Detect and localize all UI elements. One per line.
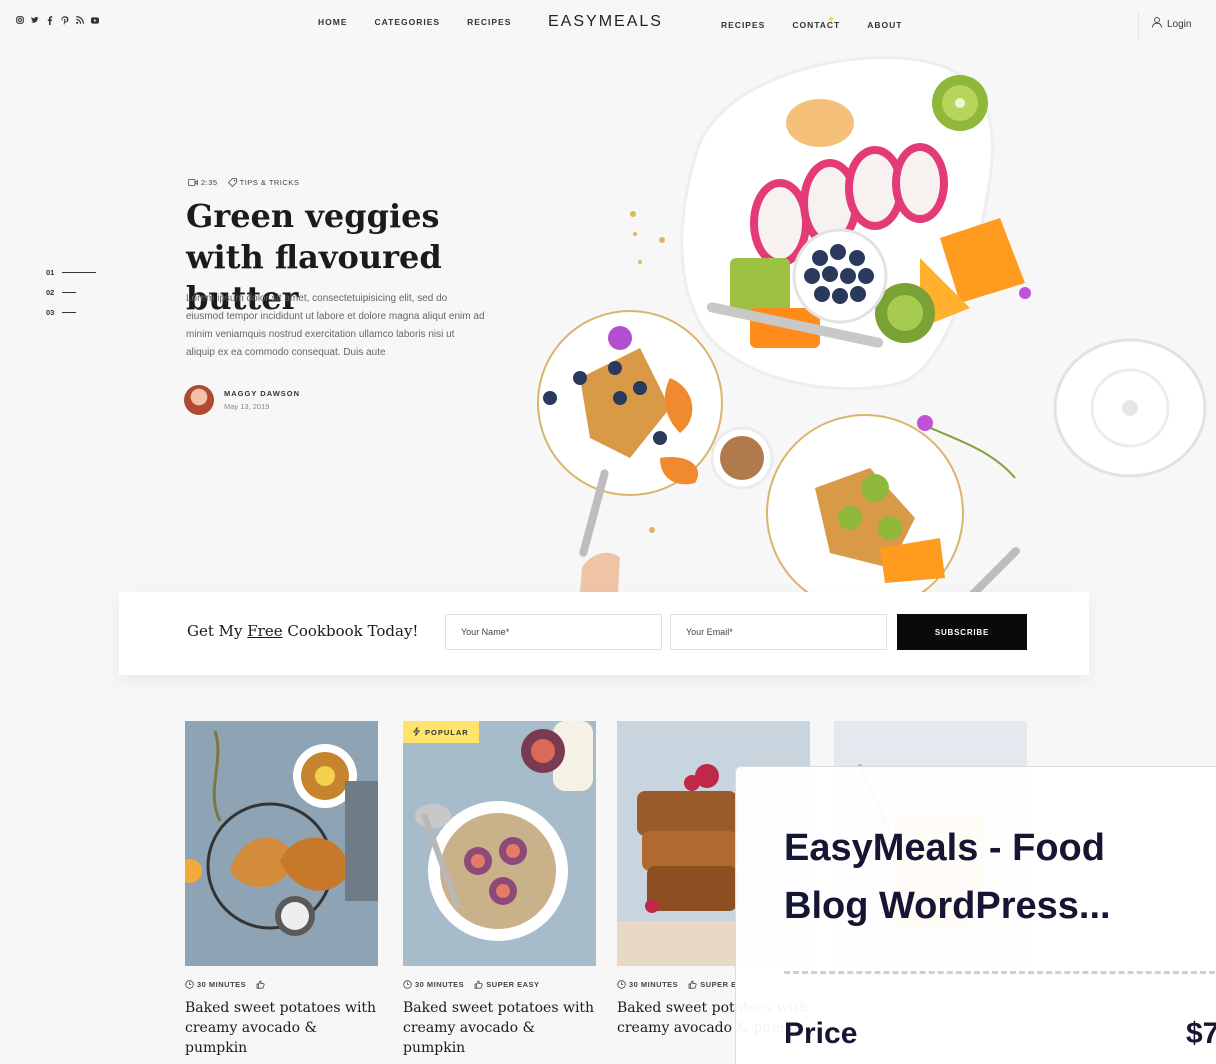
recipe-time: 30 MINUTES xyxy=(403,980,464,989)
hero-meta: 2:35 TIPS & TRICKS xyxy=(188,178,299,187)
badge-label: POPULAR xyxy=(425,728,469,737)
user-icon xyxy=(1152,17,1162,31)
hero-author[interactable]: MAGGY DAWSON May 13, 2019 xyxy=(184,385,300,415)
product-price-popup[interactable]: EasyMeals - Food Blog WordPress... Price… xyxy=(735,766,1216,1064)
thumbs-up-icon xyxy=(256,980,265,989)
category-label: TIPS & TRICKS xyxy=(239,178,300,187)
subscribe-free-word: Free xyxy=(247,622,283,640)
product-title: EasyMeals - Food Blog WordPress... xyxy=(784,827,1111,927)
nav-recipes-right[interactable]: RECIPES xyxy=(721,20,765,30)
recipe-difficulty-label: SUPER EASY xyxy=(486,980,540,989)
video-duration: 2:35 xyxy=(188,178,218,187)
main-nav-left: HOME CATEGORIES RECIPES xyxy=(318,17,511,27)
nav-home[interactable]: HOME xyxy=(318,17,348,27)
main-nav-right: RECIPES CONTACT ABOUT xyxy=(721,20,902,30)
video-icon xyxy=(188,179,198,186)
subscribe-heading-start: Get My xyxy=(187,622,248,640)
recipe-time-label: 30 MINUTES xyxy=(415,980,465,989)
recipe-meta: 30 MINUTES SUPER EASY xyxy=(403,980,596,989)
hero-food-image xyxy=(520,48,1216,592)
subscribe-heading-end: Cookbook Today! xyxy=(282,622,419,640)
lightning-icon xyxy=(412,727,421,736)
recipe-time: 30 MINUTES xyxy=(617,980,678,989)
twitter-icon[interactable] xyxy=(31,16,39,24)
login-label: Login xyxy=(1167,18,1192,30)
recipe-difficulty xyxy=(256,980,268,989)
thumbs-up-icon xyxy=(474,980,483,989)
email-field[interactable]: Your Email* xyxy=(670,614,887,650)
nav-about[interactable]: ABOUT xyxy=(867,20,902,30)
slide-3[interactable]: 03 xyxy=(46,302,96,322)
login-link[interactable]: Login xyxy=(1152,17,1191,31)
recipe-title[interactable]: Baked sweet potatoes with creamy avocado… xyxy=(185,998,378,1058)
slide-number: 03 xyxy=(46,307,55,317)
subscribe-heading: Get My Free Cookbook Today! xyxy=(187,622,418,640)
subscribe-box: Get My Free Cookbook Today! Your Name* Y… xyxy=(119,592,1089,675)
dashed-divider xyxy=(784,971,1216,974)
thumbs-up-icon xyxy=(688,980,697,989)
nav-recipes[interactable]: RECIPES xyxy=(467,17,511,27)
author-avatar xyxy=(184,385,214,415)
price-value: $7 xyxy=(1186,1017,1216,1050)
contact-notification-dot xyxy=(829,17,833,21)
slide-1[interactable]: 01 xyxy=(46,262,97,282)
slide-2[interactable]: 02 xyxy=(46,282,96,302)
clock-icon xyxy=(185,980,194,989)
social-links xyxy=(16,15,99,25)
slide-number: 01 xyxy=(46,267,55,277)
youtube-icon[interactable] xyxy=(91,16,99,24)
subscribe-button[interactable]: SUBSCRIBE xyxy=(897,614,1027,650)
price-label: Price xyxy=(784,1017,858,1050)
recipe-difficulty-label: SUPER E xyxy=(700,980,737,989)
slide-indicator: 01 02 03 xyxy=(46,262,97,322)
recipe-image-granola[interactable]: POPULAR xyxy=(403,721,596,966)
recipe-difficulty: SUPER EASY xyxy=(474,980,539,989)
recipe-image-croissants[interactable] xyxy=(185,721,378,966)
recipe-card[interactable]: 30 MINUTES Baked sweet potatoes with cre… xyxy=(185,721,378,1058)
pinterest-icon[interactable] xyxy=(61,15,69,24)
recipe-time-label: 30 MINUTES xyxy=(629,980,679,989)
recipe-meta: 30 MINUTES xyxy=(185,980,378,989)
clock-icon xyxy=(617,980,626,989)
recipe-difficulty: SUPER E xyxy=(688,980,736,989)
category-tag[interactable]: TIPS & TRICKS xyxy=(227,178,300,187)
rss-icon[interactable] xyxy=(76,16,84,24)
recipe-card[interactable]: POPULAR 30 MINUTES SUPER EASY Baked swee… xyxy=(403,721,596,1058)
recipe-time-label: 30 MINUTES xyxy=(197,980,247,989)
tag-icon xyxy=(227,178,237,187)
recipe-time: 30 MINUTES xyxy=(185,980,246,989)
site-logo[interactable]: EASYMEALS xyxy=(548,13,663,31)
nav-contact[interactable]: CONTACT xyxy=(792,20,840,30)
instagram-icon[interactable] xyxy=(16,16,24,24)
clock-icon xyxy=(403,980,412,989)
recipe-title[interactable]: Baked sweet potatoes with creamy avocado… xyxy=(403,998,596,1058)
popular-badge: POPULAR xyxy=(403,721,479,743)
name-field[interactable]: Your Name* xyxy=(445,614,662,650)
hero-excerpt: Lorem ipsum dolor sit amet, consectetuip… xyxy=(186,293,485,358)
duration-label: 2:35 xyxy=(201,178,218,187)
facebook-icon[interactable] xyxy=(46,15,54,25)
author-name: MAGGY DAWSON xyxy=(224,389,301,398)
author-date: May 13, 2019 xyxy=(224,402,270,411)
nav-categories[interactable]: CATEGORIES xyxy=(375,17,441,27)
header-divider xyxy=(1138,12,1139,38)
slide-number: 02 xyxy=(46,287,55,297)
